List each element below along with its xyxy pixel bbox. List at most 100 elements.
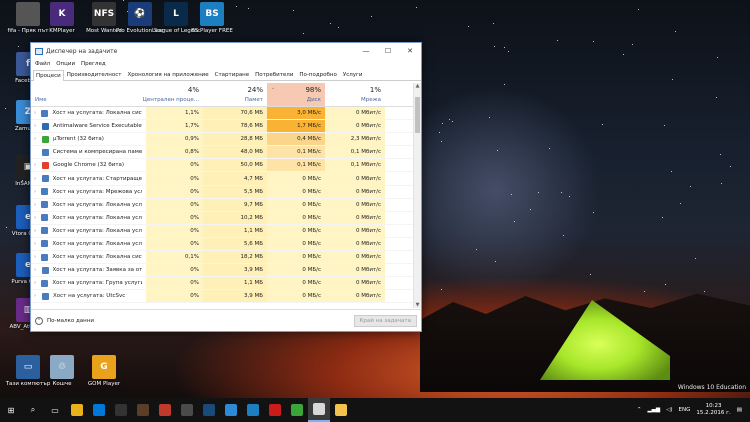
taskbar-task-view-icon[interactable]: ▭ [44,398,66,422]
network-cell: 0 Мбит/с [325,264,385,277]
column-header-disk[interactable]: ⌄ 98% Диск [267,83,325,106]
tab-performance[interactable]: Производителност [64,69,125,80]
maximize-button[interactable]: ☐ [377,43,399,59]
end-task-button[interactable]: Край на задачата [353,314,417,327]
star [562,234,564,236]
volume-icon[interactable]: ◁) [666,407,672,413]
expand-chevron-icon[interactable]: › [34,123,42,129]
desktop-icon[interactable]: ♲ Кошче [38,355,86,388]
taskbar-app-dark-icon[interactable] [110,398,132,422]
minimize-button[interactable]: — [355,43,377,59]
tab-details[interactable]: По-подробно [296,69,339,80]
column-header-memory[interactable]: 24% Памет [203,83,267,106]
tab-users[interactable]: Потребители [252,69,296,80]
desktop-icon[interactable]: G GOM Player [80,355,128,388]
taskbar-search-icon[interactable]: ⌕ [22,398,44,422]
scroll-thumb[interactable] [415,97,420,133]
taskbar-opera-icon[interactable] [264,398,286,422]
scroll-down-icon[interactable]: ▼ [414,302,421,308]
tab-app-history[interactable]: Хронология на приложение [125,69,212,80]
taskbar-start-icon[interactable]: ⊞ [0,398,22,422]
taskbar-app-brown-icon[interactable] [132,398,154,422]
taskbar-utorrent-icon[interactable] [286,398,308,422]
language-indicator[interactable]: ENG [679,407,691,413]
table-row[interactable]: › Хост на услугата: Локална сист... 1,1% 70… [31,107,415,121]
column-header-name[interactable]: Име [31,83,146,106]
table-row[interactable]: › Хост на услугата: Група услуги... 0% 1,1 … [31,277,415,291]
expand-chevron-icon[interactable]: › [34,267,42,273]
taskbar-explorer-icon[interactable] [88,398,110,422]
table-row[interactable]: › Хост на услугата: Мрежова усл... 0% 5,5 М… [31,185,415,199]
title-bar[interactable]: Диспечер на задачите — ☐ ✕ [31,43,421,59]
column-header-cpu[interactable]: 4% Централен проце... [143,83,203,106]
task-manager-window[interactable]: Диспечер на задачите — ☐ ✕ Файл Опции Пр… [30,42,422,332]
taskbar-bsplayer-icon[interactable] [242,398,264,422]
collapse-icon[interactable]: ⌃ [35,316,43,325]
taskbar-folder-icon[interactable] [330,398,352,422]
app-icon: ♲ [50,355,74,379]
desktop-icon[interactable]: BS BS.Player FREE [188,2,236,35]
table-row[interactable]: › Хост на услугата: Заявка за от... 0% 3,9 … [31,264,415,278]
star [664,124,666,126]
expand-chevron-icon[interactable]: › [34,228,41,234]
table-row[interactable]: › µTorrent (32 бита) 0,9% 28,8 МБ 0,4 МБ/с 2,… [31,133,415,147]
notification-icon[interactable]: ▤ [737,407,742,413]
tray-chevron-icon[interactable]: ⌃ [637,407,642,413]
table-row[interactable]: › Хост на услугата: Локална услу... 0% 9,7 … [31,198,415,212]
taskbar-league-icon[interactable] [198,398,220,422]
table-row[interactable]: › Хост на услугата: Локална услу... 0% 10,2… [31,211,415,225]
star [590,274,592,276]
expand-chevron-icon[interactable]: › [34,202,41,208]
taskbar-app-fog-icon[interactable] [176,398,198,422]
expand-chevron-icon[interactable]: › [34,189,41,195]
expand-chevron-icon[interactable]: › [34,176,42,182]
close-button[interactable]: ✕ [399,43,421,59]
table-body: › Хост на услугата: Локална сист... 1,1% 70… [31,107,415,304]
table-row[interactable]: Система и компресирана памет 0,8% 48,0 МБ 0… [31,146,415,160]
table-row[interactable]: › Хост на услугата: Стартираще... 0% 4,7 МБ… [31,172,415,186]
tab-services[interactable]: Услуги [340,69,366,80]
taskbar-app-red-icon[interactable] [154,398,176,422]
expand-chevron-icon[interactable]: › [34,110,41,116]
desktop-icon[interactable]: K KMPlayer [38,2,86,35]
menu-file[interactable]: Файл [35,61,50,67]
taskbar-pinned: ⊞ ⌕ ▭ [0,398,352,422]
process-name-cell: Система и компресирана памет [31,146,146,158]
table-row[interactable]: › Хост на услугата: Локална услу... 0% 1,1 … [31,224,415,238]
network-cell: 0,1 Мбит/с [325,159,385,172]
expand-chevron-icon[interactable]: › [34,215,41,221]
cpu-cell: 0% [146,198,203,211]
table-row[interactable]: › Хост на услугата: Локална услу... 0% 5,6 … [31,237,415,252]
star [495,260,497,262]
tab-startup[interactable]: Стартиране [212,69,253,80]
star [622,53,624,55]
taskbar-app-blue-icon[interactable] [220,398,242,422]
network-cell: 0 Мбит/с [325,185,385,198]
cpu-cell: 0% [146,237,203,251]
column-header-network[interactable]: 1% Мрежа [325,83,385,106]
tab-processes[interactable]: Процеси [33,70,64,81]
vertical-scrollbar[interactable]: ▲ ▼ [413,83,421,308]
taskbar-chrome-icon[interactable] [66,398,88,422]
expand-chevron-icon[interactable]: › [34,162,42,168]
taskbar-task-manager-icon[interactable] [308,398,330,422]
process-icon [41,201,49,209]
star [415,7,417,9]
cpu-cell: 0,1% [146,251,203,264]
table-row[interactable]: › Хост на услугата: Локална сист... 0,1% 18… [31,251,415,265]
table-row[interactable]: › Antimalware Service Executable 1,7% 78,6 … [31,120,415,134]
less-details-link[interactable]: По-малко данни [47,318,94,324]
table-row[interactable]: › Google Chrome (32 бита) 0% 50,0 МБ 0,1 МБ/… [31,159,415,173]
scroll-up-icon[interactable]: ▲ [414,83,421,89]
table-row[interactable]: › Хост на услугата: UtcSvc 0% 3,9 МБ 0 МБ/с 0… [31,290,415,304]
process-icon [41,148,49,156]
expand-chevron-icon[interactable]: › [34,293,42,299]
network-icon[interactable]: ▂▄▆ [647,407,660,413]
menu-view[interactable]: Преглед [81,61,106,67]
expand-chevron-icon[interactable]: › [34,280,41,286]
clock[interactable]: 10:23 15.2.2016 г. [696,403,730,417]
menu-options[interactable]: Опции [56,61,75,67]
expand-chevron-icon[interactable]: › [34,136,42,142]
expand-chevron-icon[interactable]: › [34,254,41,260]
expand-chevron-icon[interactable]: › [34,241,41,247]
